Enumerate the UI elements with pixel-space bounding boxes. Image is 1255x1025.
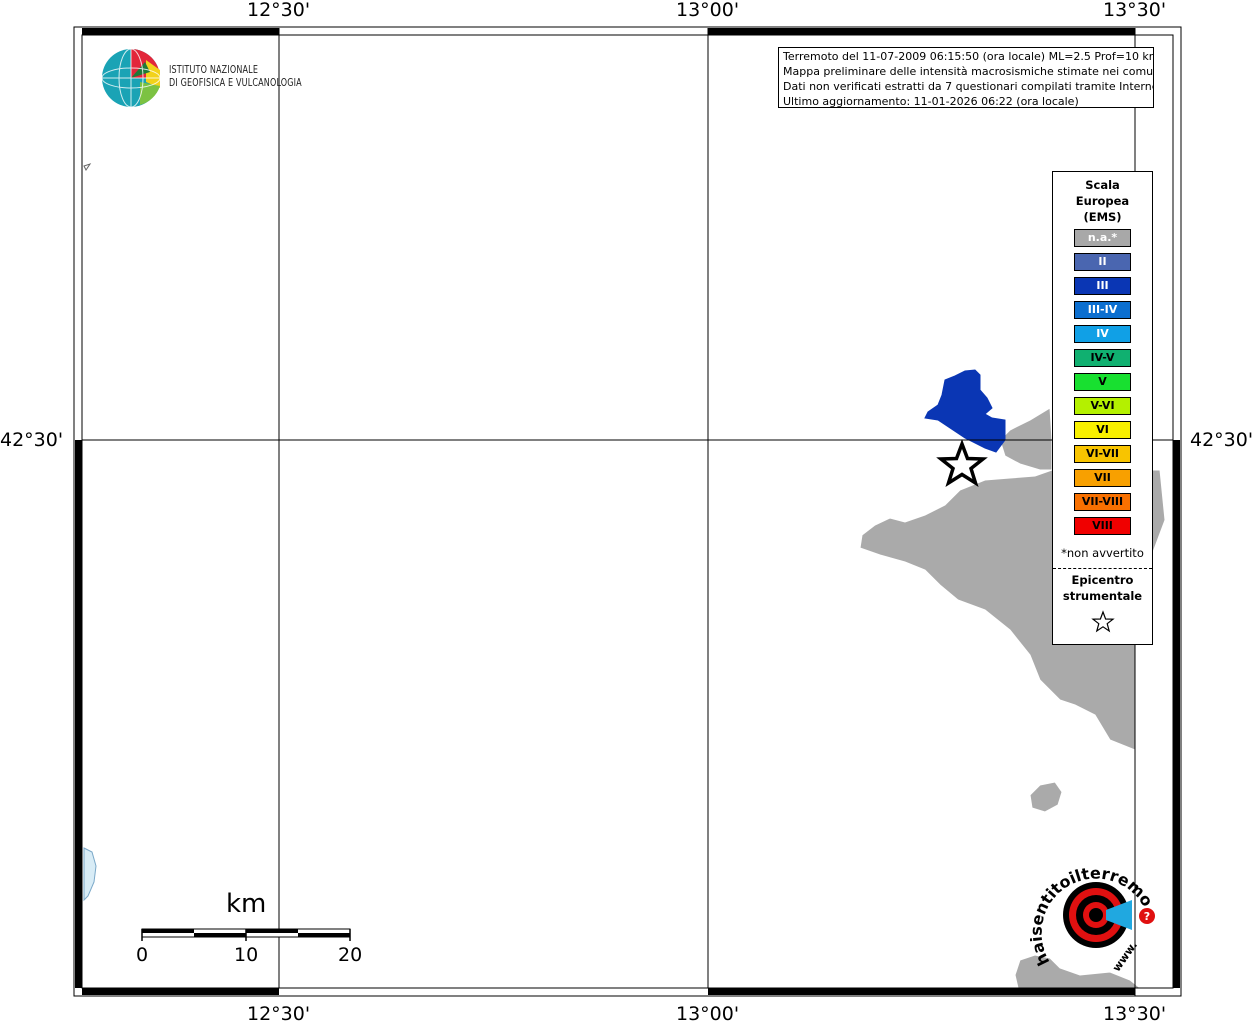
- tick-right-4230: 42°30': [1190, 429, 1254, 451]
- legend-epi-line2: strumentale: [1062, 589, 1143, 603]
- scale-label-10: 10: [234, 944, 259, 966]
- legend-title-line2: Europea: [1075, 194, 1130, 208]
- legend-star-icon: [1091, 610, 1115, 633]
- legend-item-iii: III: [1074, 277, 1131, 295]
- legend-item-iv-v: IV-V: [1074, 349, 1131, 367]
- legend-title: Scala Europea (EMS): [1053, 177, 1152, 225]
- coast-fragment: [83, 163, 92, 171]
- ems-legend: Scala Europea (EMS) n.a.* II III III-IV IV IV…: [1052, 171, 1153, 645]
- info-line3: Dati non verificati estratti da 7 questi…: [783, 80, 1154, 93]
- legend-item-vii: VII: [1074, 469, 1131, 487]
- scale-unit: km: [226, 889, 267, 919]
- tick-top-1330: 13°30': [1103, 0, 1167, 21]
- scale-label-20: 20: [338, 944, 363, 966]
- legend-note: *non avvertito: [1061, 546, 1144, 560]
- legend-separator: [1053, 568, 1152, 569]
- scale-bar: [141, 928, 351, 941]
- logo-line2: DI GEOFISICA E VULCANOLOGIA: [169, 77, 302, 89]
- tick-bottom-1300: 13°00': [676, 1003, 740, 1025]
- logo-line1: ISTITUTO NAZIONALE: [169, 64, 259, 76]
- legend-item-v: V: [1074, 373, 1131, 391]
- event-info-box: Terremoto del 11-07-2009 06:15:50 (ora l…: [778, 47, 1154, 108]
- epicenter-star-icon: [936, 439, 988, 488]
- legend-item-viii: VIII: [1074, 517, 1131, 535]
- legend-item-iv: IV: [1074, 325, 1131, 343]
- legend-item-vi-vii: VI-VII: [1074, 445, 1131, 463]
- coast-fragment: [83, 847, 97, 902]
- legend-item-iii-iv: III-IV: [1074, 301, 1131, 319]
- info-line1: Terremoto del 11-07-2009 06:15:50 (ora l…: [783, 50, 1154, 63]
- tick-bottom-1330: 13°30': [1103, 1003, 1167, 1025]
- tick-top-1230: 12°30': [247, 0, 311, 21]
- ingv-globe-icon: [101, 48, 161, 108]
- info-line2: Mappa preliminare delle intensità macros…: [783, 65, 1154, 78]
- tick-top-1300: 13°00': [676, 0, 740, 21]
- legend-item-v-vi: V-VI: [1074, 397, 1131, 415]
- tick-left-4230: 42°30': [0, 429, 64, 451]
- legend-epicenter-label: Epicentro strumentale: [1053, 572, 1152, 604]
- info-line4: Ultimo aggiornamento: 11-01-2026 06:22 (…: [783, 95, 1079, 108]
- legend-item-ii: II: [1074, 253, 1131, 271]
- legend-title-line1: Scala: [1085, 178, 1120, 192]
- tick-bottom-1230: 12°30': [247, 1003, 311, 1025]
- ingv-logo-text: ISTITUTO NAZIONALE DI GEOFISICA E VULCAN…: [169, 64, 302, 90]
- scale-label-0: 0: [136, 944, 149, 966]
- legend-item-vi: VI: [1074, 421, 1131, 439]
- badge-arc-text: haisentitoilterremoto.it: [1025, 847, 1158, 969]
- legend-item-vii-viii: VII-VIII: [1074, 493, 1131, 511]
- legend-item-n-a-: n.a.*: [1074, 229, 1131, 247]
- legend-epi-line1: Epicentro: [1071, 573, 1134, 587]
- svg-text:haisentitoilterremoto.it: haisentitoilterremoto.it: [1030, 862, 1157, 969]
- legend-title-line3: (EMS): [1083, 210, 1122, 224]
